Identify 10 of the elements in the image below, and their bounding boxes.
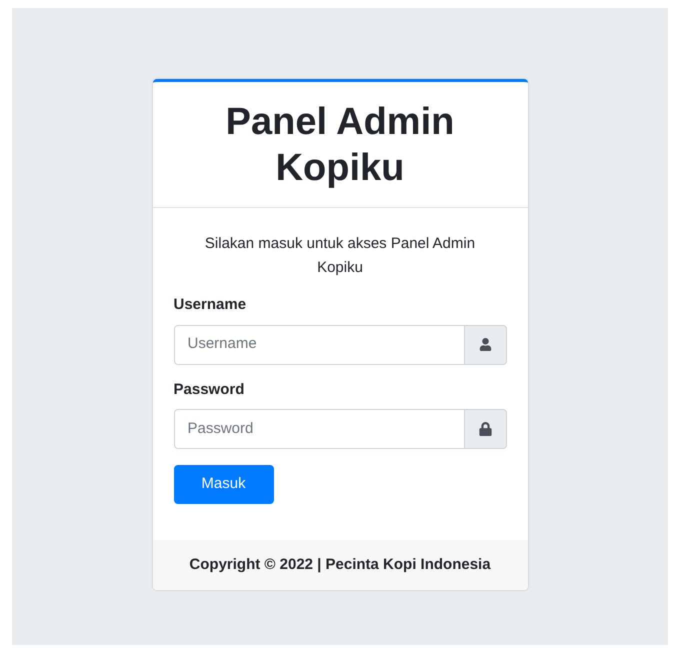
login-message: Silakan masuk untuk akses Panel Admin Kopiku (204, 234, 476, 278)
field-label: Password (174, 380, 246, 400)
card-title: Panel Admin Kopiku (224, 100, 456, 190)
input-field[interactable]: Username (174, 324, 464, 364)
user-icon (478, 338, 492, 351)
field-label: Username (174, 295, 248, 315)
login-button[interactable]: Masuk (174, 465, 274, 504)
copyright-text: Copyright © 2022 | Pecinta Kopi Indonesia (189, 554, 491, 575)
lock-icon (478, 422, 492, 436)
input-field[interactable]: Password (174, 409, 464, 449)
